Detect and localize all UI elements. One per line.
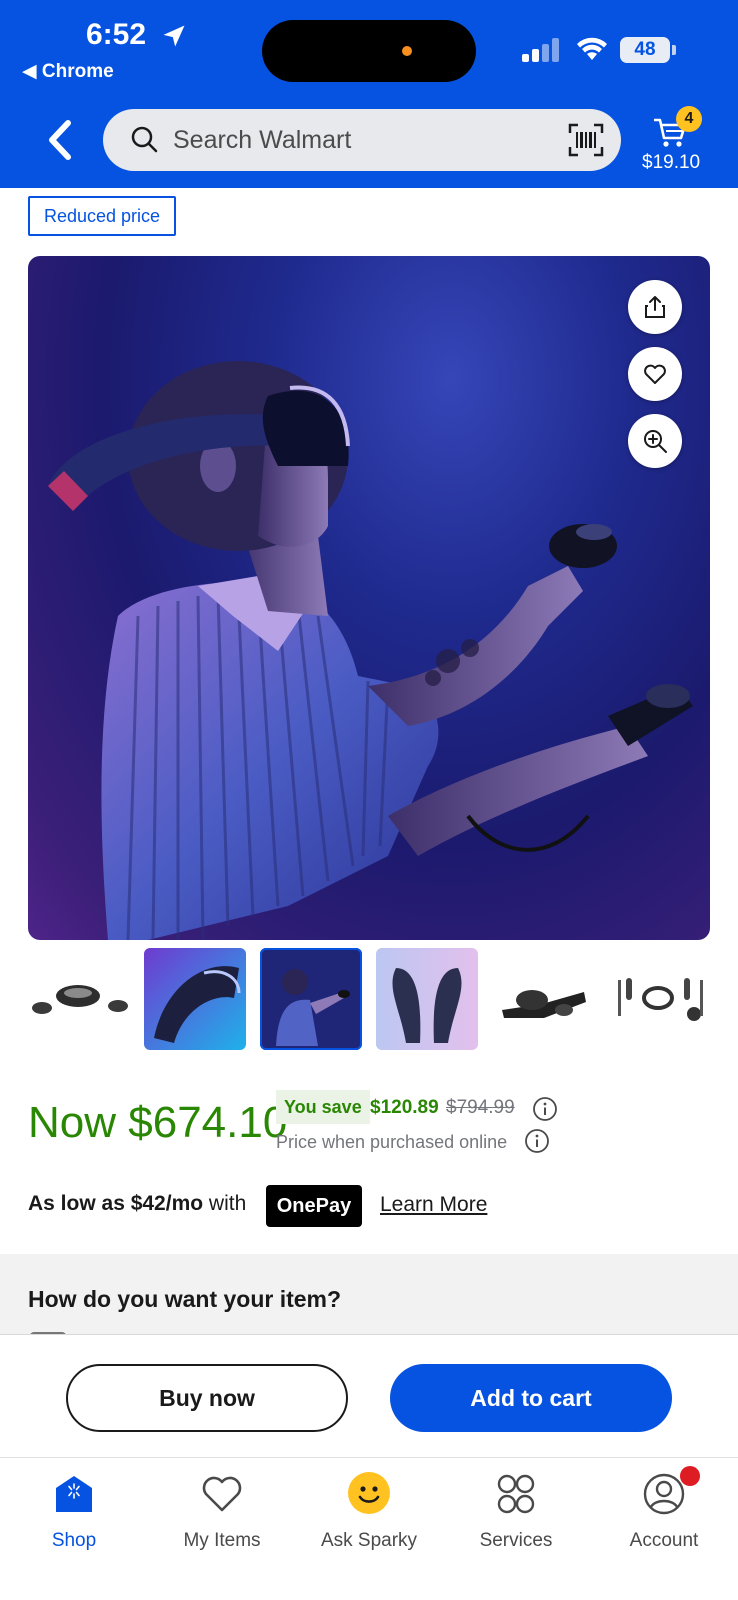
buy-now-button[interactable]: Buy now xyxy=(66,1364,348,1432)
wifi-icon xyxy=(577,37,607,60)
was-price: $794.99 xyxy=(446,1097,515,1118)
location-arrow-icon xyxy=(163,25,185,47)
financing-text: As low as $42/mo with xyxy=(28,1192,246,1216)
thumbnail-headset-closeup xyxy=(144,948,246,1050)
add-to-cart-button[interactable]: Add to cart xyxy=(390,1364,672,1432)
info-icon[interactable] xyxy=(524,1128,550,1154)
nav-my-items-label: My Items xyxy=(183,1530,261,1551)
thumbnail-item[interactable] xyxy=(608,948,710,1050)
app-header: 6:52 ◀ Chrome 48 Search Walmart 4 $19.10 xyxy=(0,0,738,188)
reduced-price-badge: Reduced price xyxy=(28,196,176,236)
nav-shop-label: Shop xyxy=(51,1530,97,1551)
bottom-navigation: Shop My Items Ask Sparky Services Accoun… xyxy=(0,1458,738,1600)
cart-button[interactable]: 4 $19.10 xyxy=(642,104,722,184)
thumbnail-item[interactable] xyxy=(376,948,478,1050)
back-chevron-icon[interactable] xyxy=(40,115,80,165)
nav-account[interactable]: Account xyxy=(590,1466,738,1580)
financing-suffix: with xyxy=(203,1192,247,1215)
online-price-note: Price when purchased online xyxy=(276,1132,508,1152)
search-icon xyxy=(131,126,158,153)
thumbnail-controllers xyxy=(376,948,478,1050)
sparky-icon xyxy=(348,1472,390,1514)
share-button[interactable] xyxy=(628,280,682,334)
cart-total: $19.10 xyxy=(642,152,701,173)
thumbnail-person-headset xyxy=(260,948,362,1050)
thumbnail-item[interactable] xyxy=(28,948,130,1050)
favorite-button[interactable] xyxy=(628,347,682,401)
back-to-app-link[interactable]: ◀ Chrome xyxy=(22,60,114,83)
cellular-signal-icon xyxy=(522,38,559,62)
cart-count-badge: 4 xyxy=(676,106,702,132)
heart-icon xyxy=(644,364,666,384)
zoom-button[interactable] xyxy=(628,414,682,468)
back-app-label: Chrome xyxy=(41,61,114,82)
thumbnail-headset-side xyxy=(492,948,594,1050)
battery-cap xyxy=(672,45,676,55)
current-price: Now $674.10 xyxy=(28,1098,288,1147)
onepay-logo: OnePay xyxy=(266,1185,362,1227)
search-bar[interactable] xyxy=(103,109,621,171)
dynamic-island xyxy=(262,20,476,82)
thumbnail-item-selected[interactable] xyxy=(260,948,362,1050)
barcode-scan-icon[interactable] xyxy=(568,123,604,157)
thumbnail-box-contents xyxy=(608,948,710,1050)
fulfillment-section: How do you want your item? xyxy=(0,1254,738,1336)
nav-ask-sparky-label: Ask Sparky xyxy=(320,1530,418,1551)
nav-shop[interactable]: Shop xyxy=(0,1470,148,1580)
nav-my-items[interactable]: My Items xyxy=(148,1470,296,1580)
nav-services[interactable]: Services xyxy=(442,1470,590,1580)
thumbnail-strip xyxy=(28,948,718,1050)
nav-ask-sparky[interactable]: Ask Sparky xyxy=(295,1470,443,1580)
vr-headset-photo xyxy=(48,361,693,940)
fulfillment-title: How do you want your item? xyxy=(28,1286,342,1312)
heart-icon xyxy=(202,1476,242,1512)
financing-amount: As low as $42/mo xyxy=(28,1192,204,1215)
learn-more-link[interactable]: Learn More xyxy=(380,1193,487,1217)
notification-dot xyxy=(680,1466,700,1486)
zoom-icon xyxy=(644,430,667,453)
product-main-image[interactable] xyxy=(28,256,710,940)
you-save-tag: You save xyxy=(276,1090,370,1124)
share-icon xyxy=(645,296,665,318)
info-icon[interactable] xyxy=(532,1096,558,1122)
nav-account-label: Account xyxy=(629,1530,699,1551)
shop-icon xyxy=(56,1476,92,1512)
thumbnail-item[interactable] xyxy=(492,948,594,1050)
status-time: 6:52 xyxy=(86,18,147,51)
privacy-indicator xyxy=(402,46,412,56)
battery-indicator: 48 xyxy=(620,37,670,63)
services-icon xyxy=(497,1474,535,1514)
purchase-action-bar: Buy now Add to cart xyxy=(0,1334,738,1458)
thumbnail-item[interactable] xyxy=(144,948,246,1050)
thumbnail-headset-kit xyxy=(28,948,130,1050)
nav-services-label: Services xyxy=(479,1530,553,1551)
save-amount: $120.89 xyxy=(370,1097,439,1118)
search-input[interactable] xyxy=(173,109,553,171)
